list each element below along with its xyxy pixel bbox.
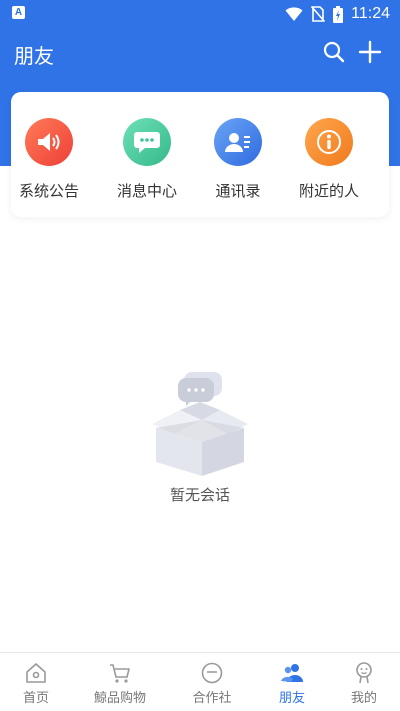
contact-card-icon (214, 118, 262, 166)
quick-action-message-center[interactable]: 消息中心 (101, 92, 193, 217)
status-indicators: 11:24 (285, 4, 390, 24)
home-icon (26, 663, 46, 683)
quick-action-system-announcement[interactable]: 系统公告 (3, 92, 95, 217)
cart-icon (110, 664, 130, 683)
nav-label: 鯨品购物 (93, 691, 146, 706)
app-notification-icon: A (12, 6, 25, 19)
status-bar: A 11:24 (0, 0, 400, 28)
friends-icon (281, 664, 303, 682)
add-icon[interactable] (358, 40, 382, 64)
circle-minus-icon (201, 662, 223, 684)
nav-label: 朋友 (278, 691, 305, 706)
speaker-icon (25, 118, 73, 166)
nav-profile[interactable]: 我的 (324, 653, 400, 711)
quick-action-nearby-people[interactable]: 附近的人 (283, 92, 375, 217)
empty-state-text: 暂无会话 (169, 486, 230, 504)
battery-charging-icon (333, 5, 344, 23)
page-title: 朋友 (14, 44, 54, 68)
bottom-nav: 首页 鯨品购物 合作社 朋友 我的 (0, 652, 400, 711)
quick-actions-card: 系统公告 消息中心 通讯录 附近的人 (11, 92, 389, 217)
nav-friends[interactable]: 朋友 (252, 653, 332, 711)
search-icon[interactable] (322, 40, 346, 64)
nav-label: 我的 (350, 691, 377, 706)
profile-icon (356, 662, 372, 684)
quick-action-label: 附近的人 (298, 182, 359, 200)
nav-label: 首页 (22, 691, 49, 706)
wifi-icon (285, 7, 303, 21)
nav-label: 合作社 (192, 691, 232, 706)
nav-cooperative[interactable]: 合作社 (172, 653, 252, 711)
person-info-icon (305, 118, 353, 166)
quick-action-label: 系统公告 (18, 182, 79, 200)
no-sim-icon (311, 6, 326, 22)
nav-home[interactable]: 首页 (0, 653, 76, 711)
status-time: 11:24 (351, 5, 390, 22)
chat-bubble-icon (123, 118, 171, 166)
nav-shopping[interactable]: 鯨品购物 (80, 653, 160, 711)
quick-action-label: 消息中心 (116, 182, 177, 200)
empty-box-icon (152, 372, 248, 476)
quick-action-contacts[interactable]: 通讯录 (192, 92, 284, 217)
top-bar: 朋友 (0, 28, 400, 78)
quick-action-label: 通讯录 (215, 182, 261, 200)
